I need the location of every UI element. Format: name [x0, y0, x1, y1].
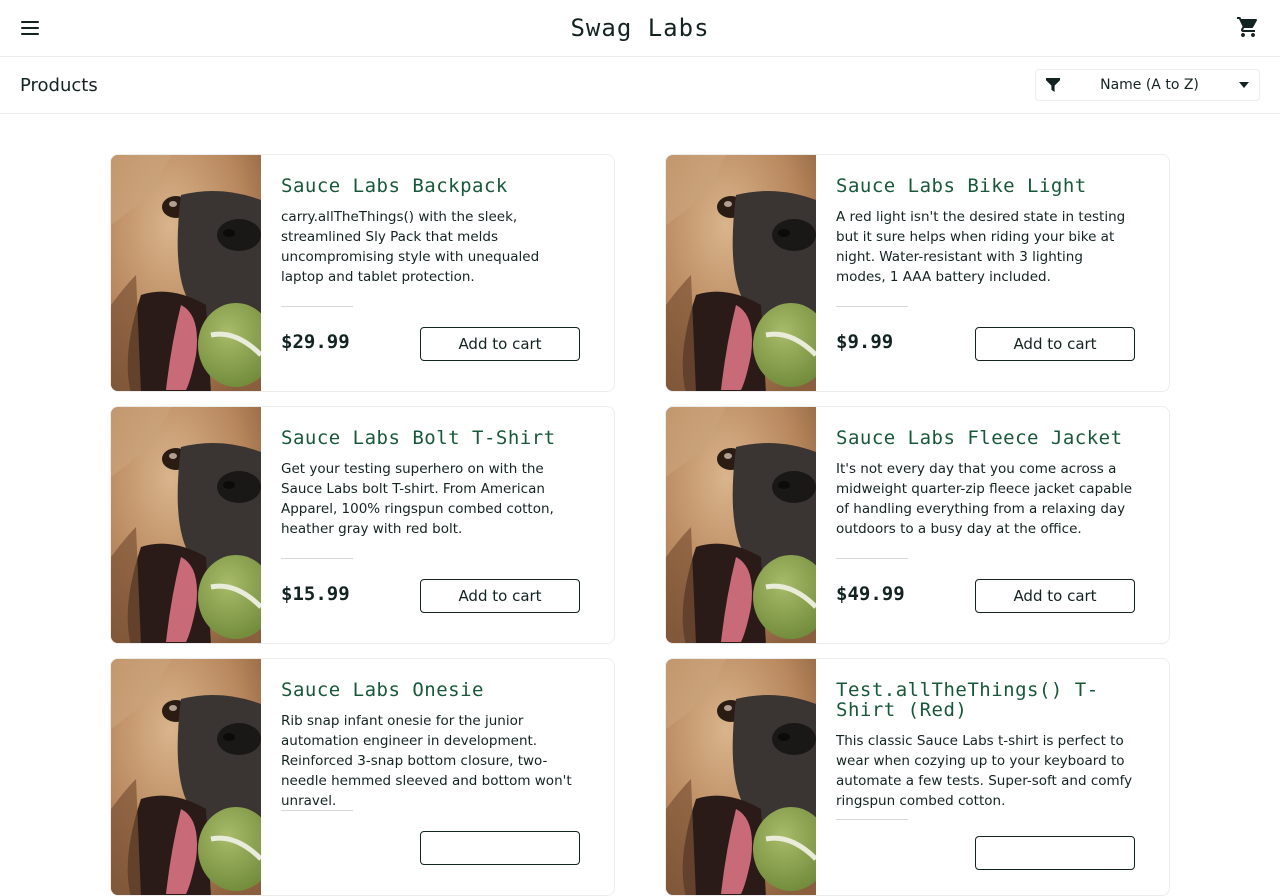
- product-info: Sauce Labs Backpack carry.allTheThings()…: [261, 155, 614, 391]
- inventory-item: Sauce Labs Bolt T-Shirt Get your testing…: [110, 406, 615, 644]
- products-subheader: Products Name (A to Z): [0, 57, 1280, 114]
- hamburger-menu-icon[interactable]: [20, 19, 40, 37]
- app-header: Swag Labs: [0, 0, 1280, 57]
- caret-down-icon: [1239, 82, 1249, 88]
- add-to-cart-button[interactable]: [975, 835, 1135, 870]
- product-description: Rib snap infant onesie for the junior au…: [281, 713, 572, 809]
- product-name-link[interactable]: Sauce Labs Bike Light: [836, 176, 1135, 196]
- product-image[interactable]: [666, 407, 816, 643]
- page-title: Products: [20, 74, 98, 96]
- pug-with-tennis-ball-image: [666, 659, 816, 895]
- product-image[interactable]: [111, 407, 261, 643]
- inventory-item: Sauce Labs Onesie Rib snap infant onesie…: [110, 658, 615, 896]
- add-to-cart-button[interactable]: Add to cart: [975, 578, 1135, 613]
- sort-selected-value: Name (A to Z): [1100, 77, 1199, 93]
- pug-with-tennis-ball-image: [666, 155, 816, 391]
- inventory-item: Sauce Labs Bike Light A red light isn't …: [665, 154, 1170, 392]
- product-name-link[interactable]: Test.allTheThings() T-Shirt (Red): [836, 680, 1135, 720]
- price-divider: [836, 819, 908, 821]
- product-info: Sauce Labs Bike Light A red light isn't …: [816, 155, 1169, 391]
- inventory-item: Sauce Labs Backpack carry.allTheThings()…: [110, 154, 615, 392]
- price-divider: [281, 809, 353, 811]
- price-divider: [281, 557, 353, 559]
- price-bar: $49.99 Add to cart: [836, 557, 1135, 643]
- product-image[interactable]: [111, 155, 261, 391]
- price-bar: [836, 819, 1135, 895]
- product-description: A red light isn't the desired state in t…: [836, 209, 1126, 285]
- product-image[interactable]: [111, 659, 261, 895]
- product-description: carry.allTheThings() with the sleek, str…: [281, 209, 540, 285]
- product-name-link[interactable]: Sauce Labs Fleece Jacket: [836, 428, 1135, 448]
- product-image[interactable]: [666, 155, 816, 391]
- product-image[interactable]: [666, 659, 816, 895]
- product-name-link[interactable]: Sauce Labs Bolt T-Shirt: [281, 428, 580, 448]
- pug-with-tennis-ball-image: [666, 407, 816, 643]
- pug-with-tennis-ball-image: [111, 407, 261, 643]
- add-to-cart-button[interactable]: Add to cart: [975, 326, 1135, 361]
- product-info: Sauce Labs Bolt T-Shirt Get your testing…: [261, 407, 614, 643]
- price-bar: $9.99 Add to cart: [836, 305, 1135, 391]
- inventory-list: Sauce Labs Backpack carry.allTheThings()…: [110, 154, 1170, 896]
- price-divider: [836, 305, 908, 307]
- product-name-link[interactable]: Sauce Labs Onesie: [281, 680, 580, 700]
- sort-select[interactable]: Name (A to Z): [1035, 69, 1260, 101]
- price-bar: $29.99 Add to cart: [281, 305, 580, 391]
- product-price: $9.99: [836, 330, 894, 353]
- price-divider: [281, 305, 353, 307]
- product-info: Sauce Labs Fleece Jacket It's not every …: [816, 407, 1169, 643]
- product-name-link[interactable]: Sauce Labs Backpack: [281, 176, 580, 196]
- add-to-cart-button[interactable]: [420, 830, 580, 865]
- product-price: $29.99: [281, 330, 350, 353]
- product-description: This classic Sauce Labs t-shirt is perfe…: [836, 733, 1133, 809]
- inventory-item: Sauce Labs Fleece Jacket It's not every …: [665, 406, 1170, 644]
- product-info: Test.allTheThings() T-Shirt (Red) This c…: [816, 659, 1169, 895]
- product-description: It's not every day that you come across …: [836, 461, 1133, 537]
- add-to-cart-button[interactable]: Add to cart: [420, 578, 580, 613]
- inventory-item: Test.allTheThings() T-Shirt (Red) This c…: [665, 658, 1170, 896]
- filter-icon: [1046, 78, 1060, 92]
- app-title: Swag Labs: [570, 14, 710, 42]
- shopping-cart-icon[interactable]: [1236, 15, 1260, 39]
- price-bar: [281, 809, 580, 895]
- product-description: Get your testing superhero on with the S…: [281, 461, 554, 537]
- product-price: $49.99: [836, 582, 905, 605]
- product-info: Sauce Labs Onesie Rib snap infant onesie…: [261, 659, 614, 895]
- price-divider: [836, 557, 908, 559]
- pug-with-tennis-ball-image: [111, 155, 261, 391]
- price-bar: $15.99 Add to cart: [281, 557, 580, 643]
- add-to-cart-button[interactable]: Add to cart: [420, 326, 580, 361]
- pug-with-tennis-ball-image: [111, 659, 261, 895]
- product-price: $15.99: [281, 582, 350, 605]
